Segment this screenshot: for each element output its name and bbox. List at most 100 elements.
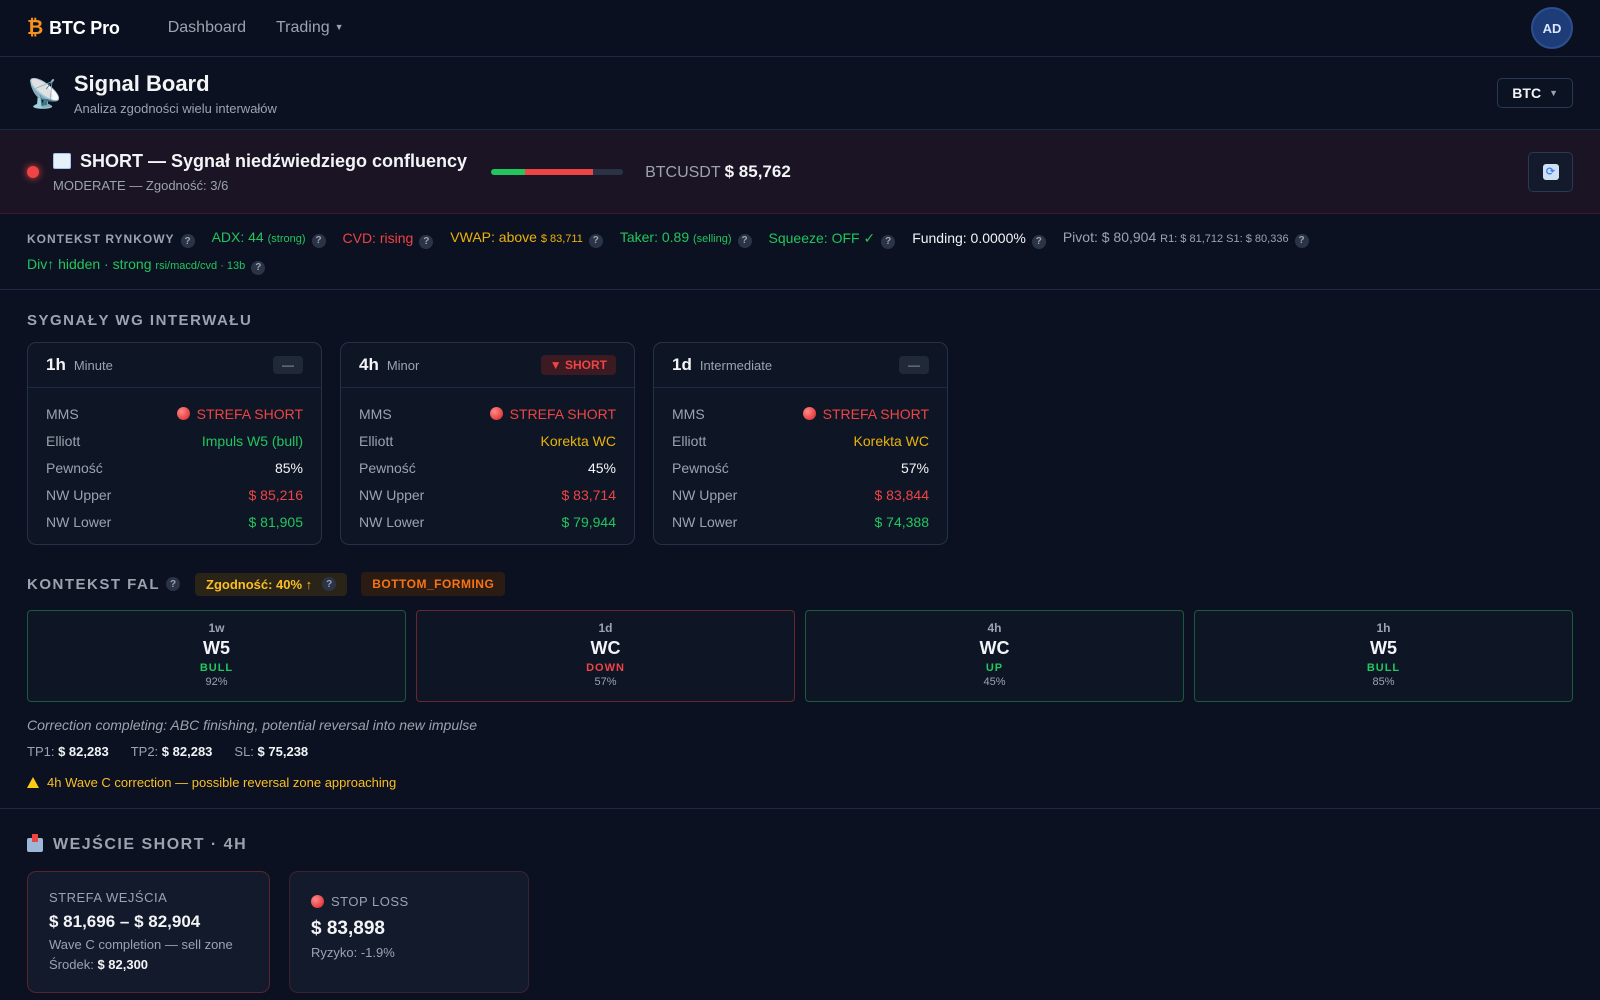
adx-note: (strong) [267, 233, 306, 245]
nw-upper-label: NW Upper [359, 486, 425, 503]
elliott-value: Korekta WC [540, 432, 616, 449]
help-icon[interactable]: ? [251, 260, 266, 275]
interval-signals: SYGNAŁY WG INTERWAŁU 1h Minute — MMS STREFA… [0, 290, 1600, 545]
app-logo[interactable]: ₿ BTC Pro [27, 17, 120, 40]
mms-text: STREFA SHORT [509, 405, 616, 422]
help-icon[interactable]: ? [1031, 234, 1046, 249]
wave-confidence: 45% [983, 676, 1006, 688]
asset-selector[interactable]: BTC ▼ [1497, 78, 1573, 108]
stop-loss-label-text: STOP LOSS [331, 894, 409, 909]
refresh-button[interactable]: ⟳ [1528, 151, 1573, 192]
nw-lower-label: NW Lower [672, 513, 738, 530]
page-subtitle: Analiza zgodności wielu interwałów [73, 100, 277, 116]
warning-icon [27, 777, 39, 788]
elliott-label: Elliott [672, 432, 707, 449]
entry-title: WEJŚCIE SHORT · 4H [27, 834, 1573, 854]
mms-label: MMS [46, 405, 79, 422]
ticker-price: $ 85,762 [724, 161, 791, 181]
confidence-value: 85% [274, 459, 303, 476]
nw-upper-value: $ 83,844 [874, 486, 930, 503]
stop-loss-value: $ 83,898 [311, 918, 385, 939]
wave-tf: 1h [1376, 621, 1391, 635]
wave-note: Correction completing: ABC finishing, po… [27, 717, 478, 733]
confidence-label: Pewność [672, 459, 729, 476]
nw-lower-value: $ 74,388 [874, 513, 930, 530]
help-icon[interactable]: ? [322, 577, 337, 591]
entry-zone-card: STREFA WEJŚCIA $ 81,696 – $ 82,904 Wave … [27, 871, 270, 993]
entry-zone-desc: Wave C completion — sell zone [49, 937, 233, 952]
divergence-note: rsi/macd/cvd · 13b [155, 260, 246, 272]
help-icon[interactable]: ? [1294, 233, 1309, 248]
elliott-value: Korekta WC [853, 432, 929, 449]
nav-trading[interactable]: Trading ▼ [276, 19, 344, 37]
confidence-value: 45% [587, 459, 616, 476]
nav-dashboard[interactable]: Dashboard [168, 19, 246, 37]
nw-lower-label: NW Lower [46, 513, 112, 530]
risk-value: Ryzyko: -1.9% [311, 945, 395, 960]
interval-badge: — [899, 356, 929, 374]
red-circle-icon [489, 406, 503, 420]
interval-card-1h: 1h Minute — MMS STREFA SHORT Elliott Impuls … [27, 342, 322, 545]
wave-state-badge: BOTTOM_FORMING [361, 572, 506, 596]
wave-tf: 4h [987, 621, 1002, 635]
entry-mid: Środek: $ 82,300 [49, 957, 248, 972]
interval-tf: 1d [672, 355, 692, 374]
help-icon[interactable]: ? [311, 233, 326, 248]
squeeze-value: Squeeze: OFF ✓ [768, 230, 876, 246]
asset-selector-label: BTC [1512, 85, 1542, 101]
sl-label: SL: [234, 744, 254, 759]
help-icon[interactable]: ? [881, 234, 896, 249]
tp2-value: $ 82,283 [161, 744, 213, 759]
interval-name: Minor [386, 357, 420, 373]
nw-upper-value: $ 83,714 [561, 486, 617, 503]
bitcoin-icon: ₿ [27, 16, 44, 39]
wave-confidence: 57% [594, 676, 617, 688]
tp2-label: TP2: [130, 744, 159, 759]
interval-name: Intermediate [699, 357, 773, 373]
wave-card-1d: 1d WC DOWN 57% [416, 610, 795, 702]
help-icon[interactable]: ? [737, 233, 752, 248]
warning-text: 4h Wave C correction — possible reversal… [47, 775, 397, 790]
signal-title: SHORT — Sygnał niedźwiedziego confluency [53, 151, 467, 172]
wave-label: WC [590, 638, 621, 658]
nw-upper-value: $ 85,216 [248, 486, 304, 503]
wave-context: KONTEKST FAL? Zgodność: 40% ↑? BOTTOM_FO… [0, 572, 1600, 790]
help-icon[interactable]: ? [588, 233, 603, 248]
wave-targets: TP1: $ 82,283 TP2: $ 82,283 SL: $ 75,238 [27, 744, 1573, 759]
wave-tf: 1d [598, 621, 613, 635]
signal-banner: SHORT — Sygnał niedźwiedziego confluency… [0, 130, 1600, 214]
wave-direction: UP [985, 662, 1004, 674]
wave-tf: 1w [208, 621, 225, 635]
wave-direction: BULL [199, 662, 234, 674]
red-circle-icon [311, 895, 324, 908]
short-badge: ▼ SHORT [540, 355, 616, 375]
entry-mid-value: $ 82,300 [97, 957, 149, 972]
wave-card-4h: 4h WC UP 45% [805, 610, 1184, 702]
agreement-pill: Zgodność: 40% ↑? [195, 572, 348, 596]
adx-value: ADX: 44 [211, 229, 264, 245]
stop-loss-label: STOP LOSS [311, 894, 507, 909]
nav-trading-label: Trading [276, 19, 330, 36]
mms-text: STREFA SHORT [822, 405, 929, 422]
top-navbar: ₿ BTC Pro Dashboard Trading ▼ AD [0, 0, 1600, 57]
sl-value: $ 75,238 [257, 744, 309, 759]
interval-tf: 4h [359, 355, 379, 374]
help-icon[interactable]: ? [166, 577, 180, 591]
wave-label: W5 [203, 638, 230, 658]
entry-section: WEJŚCIE SHORT · 4H STREFA WEJŚCIA $ 81,6… [0, 809, 1600, 993]
funding-value: Funding: 0.0000% [912, 230, 1026, 246]
help-icon[interactable]: ? [180, 234, 195, 248]
ticker: BTCUSDT $ 85,762 [645, 162, 791, 182]
user-avatar[interactable]: AD [1531, 7, 1573, 49]
wave-direction: BULL [1366, 662, 1401, 674]
entry-zone-label: STREFA WEJŚCIA [49, 890, 168, 905]
refresh-icon: ⟳ [1542, 163, 1559, 180]
interval-card-4h: 4h Minor ▼ SHORT MMS STREFA SHORT Elliott Ko… [340, 342, 635, 545]
nw-upper-label: NW Upper [672, 486, 738, 503]
mms-label: MMS [672, 405, 705, 422]
nw-lower-label: NW Lower [359, 513, 425, 530]
interval-badge: — [273, 356, 303, 374]
nw-lower-value: $ 79,944 [561, 513, 617, 530]
help-icon[interactable]: ? [419, 234, 434, 249]
wave-direction: DOWN [586, 662, 625, 674]
